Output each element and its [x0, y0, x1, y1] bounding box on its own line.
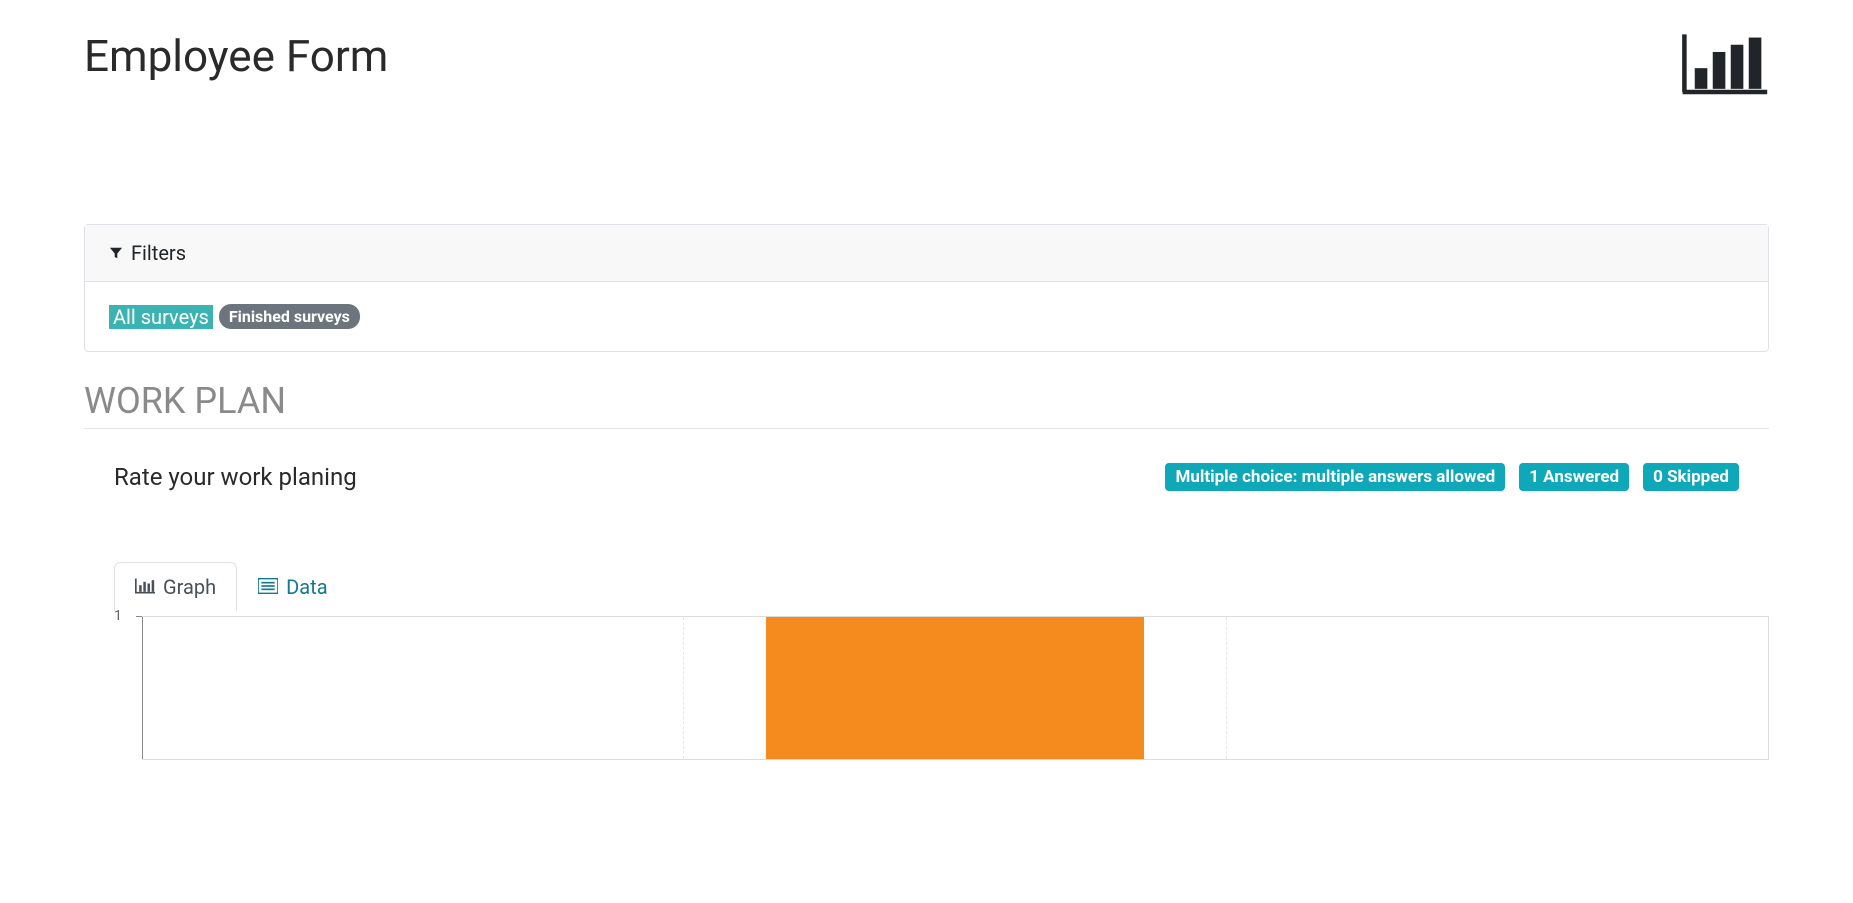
filter-finished-surveys[interactable]: Finished surveys	[219, 304, 360, 329]
chart-column	[683, 617, 1225, 759]
filters-panel: Filters All surveys Finished surveys	[84, 224, 1769, 352]
chart-plot	[142, 616, 1769, 760]
list-icon	[258, 575, 278, 599]
tab-data[interactable]: Data	[237, 562, 348, 611]
section-title: WORK PLAN	[84, 380, 1769, 422]
chart-column	[142, 617, 683, 759]
page-title: Employee Form	[84, 30, 388, 82]
tab-graph[interactable]: Graph	[114, 562, 237, 611]
chart-column	[1226, 617, 1768, 759]
chart-bar	[766, 617, 1145, 759]
y-axis-tick-label: 1	[114, 610, 122, 624]
question-text: Rate your work planing	[114, 463, 357, 491]
badge-answered-count: 1 Answered	[1519, 463, 1629, 491]
bar-chart-small-icon	[135, 575, 155, 599]
filter-icon	[109, 241, 123, 265]
filters-header[interactable]: Filters	[85, 225, 1768, 282]
chart-area: 1	[114, 610, 1769, 760]
badge-question-type: Multiple choice: multiple answers allowe…	[1165, 463, 1505, 491]
tab-graph-label: Graph	[163, 575, 216, 599]
badge-skipped-count: 0 Skipped	[1643, 463, 1739, 491]
bar-chart-icon	[1679, 30, 1769, 104]
filters-label: Filters	[131, 241, 186, 265]
filter-all-surveys[interactable]: All surveys	[109, 305, 213, 329]
tab-data-label: Data	[286, 575, 327, 599]
section-divider	[84, 428, 1769, 429]
